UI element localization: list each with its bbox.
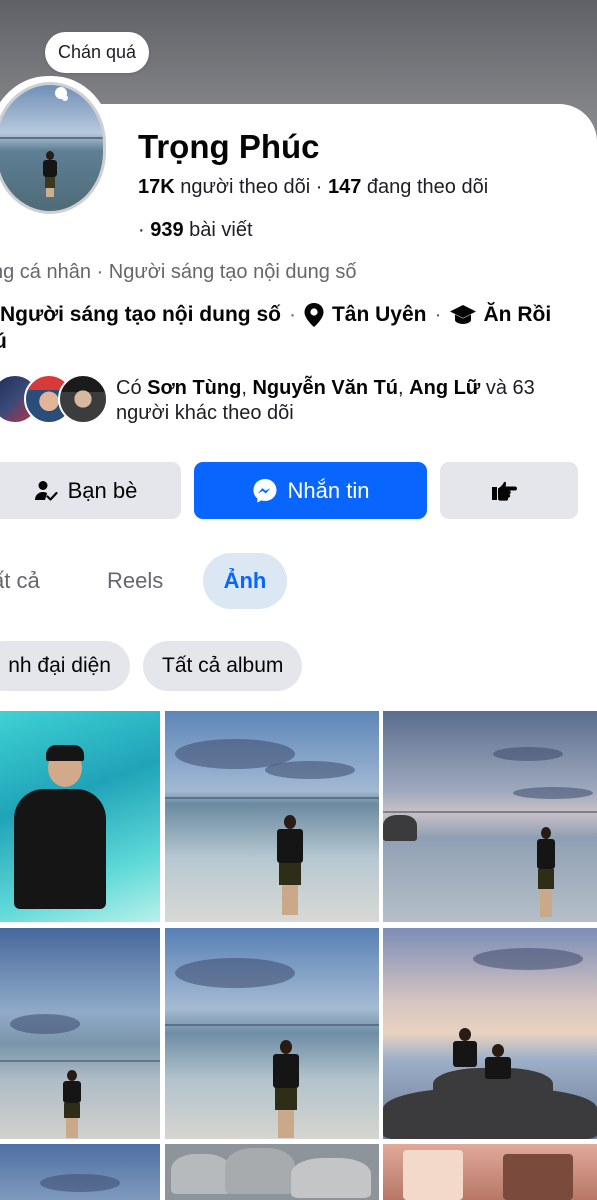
following-label[interactable]: đang theo dõi <box>367 176 488 198</box>
photo-thumbnail[interactable] <box>0 1144 160 1200</box>
photo-thumbnail[interactable] <box>383 711 597 922</box>
chip-profile-pictures[interactable]: nh đại diện <box>0 641 130 691</box>
profile-name: Trọng Phúc <box>138 128 320 165</box>
intro-education[interactable]: Ăn Rồi <box>484 303 552 327</box>
posts-count: 939 <box>150 219 184 241</box>
photo-thumbnail[interactable] <box>0 711 160 922</box>
mutual-followers-avatars[interactable] <box>0 374 115 426</box>
separator-dot: · <box>138 219 145 241</box>
followers-count[interactable]: 17K <box>138 176 175 198</box>
follow-stats: 17K người theo dõi · 147 đang theo dõi <box>138 176 488 199</box>
pointing-hand-icon <box>492 481 517 501</box>
photo-thumbnail[interactable] <box>165 711 379 922</box>
messenger-icon <box>253 478 277 503</box>
separator-dot: · <box>288 303 296 326</box>
person-check-icon <box>34 480 58 501</box>
tab-all[interactable]: ất cả <box>0 553 40 609</box>
intro-creator: Người sáng tạo nội dung số <box>0 303 281 326</box>
message-button-label: Nhắn tin <box>287 477 370 503</box>
photo-thumbnail[interactable] <box>383 1144 597 1200</box>
photo-thumbnail[interactable] <box>0 928 160 1139</box>
mutual-followers-text[interactable]: Có Sơn Tùng, Nguyễn Văn Tú, Ang Lữ và 63… <box>116 376 586 426</box>
mutual-name[interactable]: Ang Lữ <box>409 377 480 399</box>
followers-label[interactable]: người theo dõi <box>180 176 310 198</box>
chip-all-albums[interactable]: Tất cả album <box>143 641 303 691</box>
avatar <box>58 374 108 424</box>
following-count[interactable]: 147 <box>328 176 361 198</box>
poke-button[interactable] <box>440 462 578 519</box>
friends-button-label: Bạn bè <box>67 477 138 503</box>
message-button[interactable]: Nhắn tin <box>194 462 427 519</box>
graduation-cap-icon <box>449 305 476 324</box>
separator-dot: · <box>315 176 323 198</box>
separator-dot: · <box>434 303 442 326</box>
note-bubble-dot-small <box>62 95 68 101</box>
photo-thumbnail[interactable] <box>165 928 379 1139</box>
mutual-name[interactable]: Nguyễn Văn Tú <box>252 377 398 399</box>
posts-label: bài viết <box>189 219 253 241</box>
status-note[interactable]: Chán quá <box>45 32 150 73</box>
intro-location[interactable]: Tân Uyên <box>332 303 427 327</box>
friends-button[interactable]: Bạn bè <box>0 462 181 519</box>
posts-stats: · 939 bài viết <box>138 219 253 242</box>
tab-photos[interactable]: Ảnh <box>203 553 287 609</box>
mutual-prefix: Có <box>116 377 148 399</box>
profile-category: ng cá nhân · Người sáng tạo nội dung số <box>0 261 357 283</box>
intro-overflow-text: ú <box>0 330 7 353</box>
profile-avatar[interactable] <box>0 76 112 220</box>
map-pin-icon <box>304 303 324 327</box>
tab-reels[interactable]: Reels <box>107 553 163 609</box>
mutual-name[interactable]: Sơn Tùng <box>147 377 241 399</box>
intro-details: Người sáng tạo nội dung số · Tân Uyên · … <box>0 303 551 327</box>
photo-thumbnail[interactable] <box>165 1144 379 1200</box>
photo-thumbnail[interactable] <box>383 928 597 1139</box>
